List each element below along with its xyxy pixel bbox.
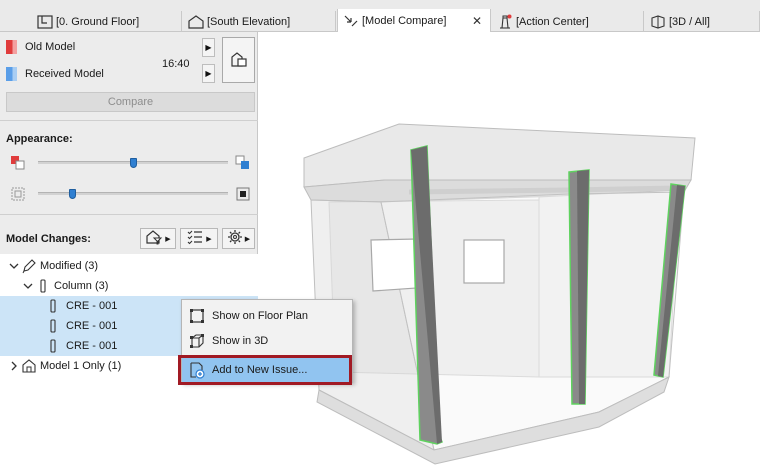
filter-elements-button[interactable]: ▶ xyxy=(140,228,176,249)
tree-label: CRE - 001 xyxy=(66,320,118,332)
play-icon: ▶ xyxy=(205,43,212,52)
tab-south-elevation[interactable]: [South Elevation] xyxy=(183,11,336,32)
compare-time: 16:40 xyxy=(162,58,190,70)
house-swap-icon xyxy=(229,49,249,72)
window-right xyxy=(463,239,505,284)
received-model-row: Received Model xyxy=(6,67,104,81)
column-icon xyxy=(44,318,62,334)
tree-label: CRE - 001 xyxy=(66,340,118,352)
received-model-label: Received Model xyxy=(25,68,104,80)
received-color-icon xyxy=(235,155,251,174)
model-changes-title: Model Changes: xyxy=(6,233,91,245)
lighthouse-icon xyxy=(496,14,514,30)
roof-slab xyxy=(303,123,696,188)
tab-label: [South Elevation] xyxy=(207,15,291,28)
old-model-expand-button[interactable]: ▶ xyxy=(202,38,215,57)
menu-item-show-in-3d[interactable]: Show in 3D xyxy=(182,329,352,353)
menu-item-label: Show in 3D xyxy=(212,335,269,347)
compare-button[interactable]: Compare xyxy=(6,92,255,112)
column-icon xyxy=(34,278,52,294)
column-icon xyxy=(44,338,62,354)
tree-label: Model 1 Only (1) xyxy=(40,360,122,372)
unchanged-elements-thumb[interactable] xyxy=(68,189,76,199)
tab-model-compare[interactable]: [Model Compare] ✕ xyxy=(337,9,491,33)
checklist-icon xyxy=(186,229,204,248)
model-compare-icon xyxy=(342,13,360,29)
appearance-title: Appearance: xyxy=(6,133,73,145)
play-icon: ▶ xyxy=(205,69,212,78)
window-left xyxy=(370,238,418,292)
model-3d-drawing xyxy=(303,123,696,465)
house-model-icon xyxy=(20,358,38,374)
tree-label: Column (3) xyxy=(54,280,109,292)
column-icon xyxy=(44,298,62,314)
play-icon: ▶ xyxy=(206,235,212,243)
chevron-right-icon[interactable] xyxy=(8,361,20,371)
tab-ground-floor[interactable]: [0. Ground Floor] xyxy=(32,11,182,32)
old-model-row: Old Model xyxy=(6,40,75,54)
play-icon: ▶ xyxy=(165,235,171,243)
divider xyxy=(0,120,258,121)
floor-plan-icon xyxy=(36,14,54,30)
close-icon[interactable]: ✕ xyxy=(472,14,482,28)
old-color-icon xyxy=(10,155,26,174)
floor-plan-frame-icon xyxy=(182,308,212,324)
chevron-down-icon[interactable] xyxy=(8,262,20,270)
settings-button[interactable]: ▶ xyxy=(222,228,255,249)
tab-label: [3D / All] xyxy=(669,15,710,28)
gear-icon xyxy=(227,229,243,248)
divider xyxy=(0,214,258,215)
pencil-icon xyxy=(20,258,38,274)
old-model-swatch xyxy=(6,40,17,54)
transparent-box-icon xyxy=(10,186,26,205)
3d-view-icon xyxy=(649,14,667,30)
tree-node-column[interactable]: Column (3) xyxy=(0,276,258,296)
received-model-swatch xyxy=(6,67,17,81)
tab-action-center[interactable]: [Action Center] xyxy=(492,11,644,32)
tab-bar: [0. Ground Floor] [South Elevation] [Mod… xyxy=(0,0,760,33)
chevron-down-icon[interactable] xyxy=(22,282,34,290)
callout-highlight-frame xyxy=(178,355,352,385)
menu-item-label: Show on Floor Plan xyxy=(212,310,308,322)
menu-item-show-on-floor-plan[interactable]: Show on Floor Plan xyxy=(182,304,352,328)
tree-label: Modified (3) xyxy=(40,260,99,272)
unchanged-elements-track[interactable] xyxy=(38,192,228,195)
tab-3d-all[interactable]: [3D / All] xyxy=(645,11,760,32)
list-options-button[interactable]: ▶ xyxy=(180,228,218,249)
elevation-icon xyxy=(187,14,205,30)
swap-models-button[interactable] xyxy=(222,37,255,83)
old-model-transparency-thumb[interactable] xyxy=(129,158,137,168)
3d-model-viewport[interactable] xyxy=(259,32,760,470)
model-compare-panel: Old Model Received Model 16:40 ▶ ▶ Compa… xyxy=(0,32,258,470)
tab-label: [Model Compare] xyxy=(362,15,447,27)
tree-label: CRE - 001 xyxy=(66,300,118,312)
tree-node-modified[interactable]: Modified (3) xyxy=(0,256,258,276)
3d-frame-icon xyxy=(182,333,212,349)
house-filter-icon xyxy=(145,229,163,248)
received-model-expand-button[interactable]: ▶ xyxy=(202,64,215,83)
old-model-label: Old Model xyxy=(25,41,76,53)
tab-label: [0. Ground Floor] xyxy=(56,15,140,28)
tab-label: [Action Center] xyxy=(516,15,589,28)
play-icon: ▶ xyxy=(244,235,251,243)
solid-box-icon xyxy=(235,186,251,205)
